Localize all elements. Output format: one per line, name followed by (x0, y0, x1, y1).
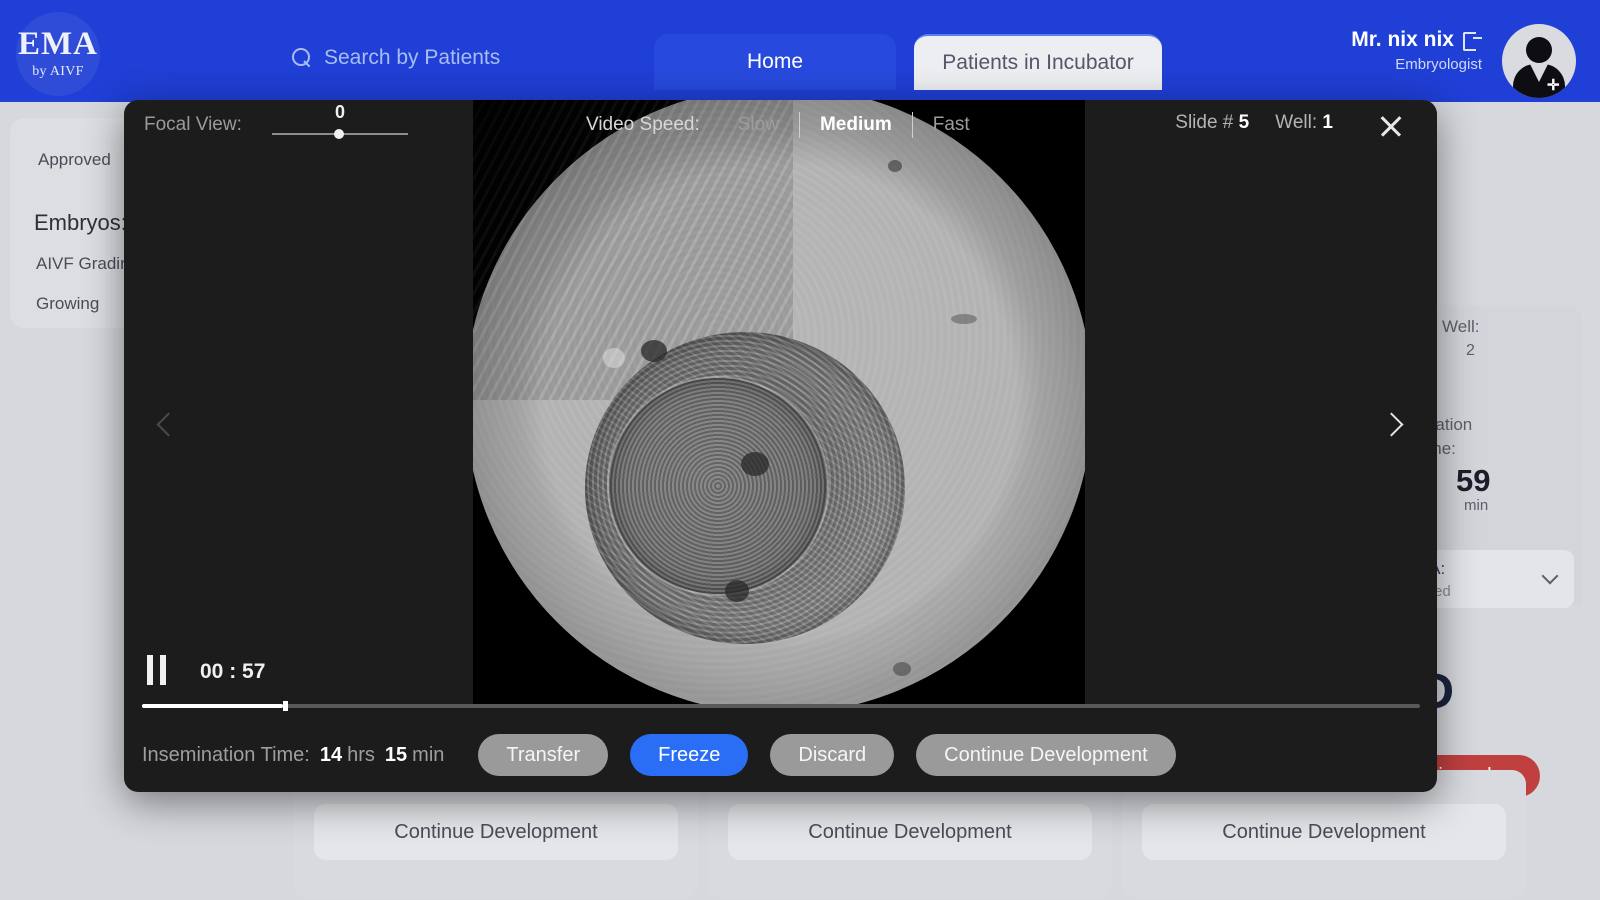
approved-label: Approved (38, 150, 111, 169)
focal-view-slider[interactable]: 0 (272, 102, 408, 142)
user-info: Mr. nix nix Embryologist (1351, 28, 1482, 73)
video-speed-label: Video Speed: (586, 114, 700, 135)
continue-development-button[interactable]: Continue Development (916, 734, 1176, 776)
slider-thumb[interactable] (334, 129, 344, 139)
avatar-head (1526, 37, 1552, 63)
focal-view-label: Focal View: (144, 114, 242, 135)
embryo-fragment (603, 348, 625, 368)
embryo-fragment (641, 340, 667, 362)
debris-speck (951, 314, 977, 324)
video-progress-bar[interactable] (142, 701, 1420, 711)
debris-speck (893, 662, 911, 676)
growing-label: Growing (36, 294, 100, 313)
insemination-minutes-unit: min (412, 743, 445, 766)
modal-top-bar: Focal View: 0 Video Speed: Slow Medium F… (124, 100, 1437, 154)
debris-speck (888, 160, 902, 172)
insemination-unit: min (1464, 497, 1489, 514)
speed-option-medium[interactable]: Medium (800, 114, 912, 136)
pause-icon[interactable] (146, 655, 168, 685)
slide-number: Slide # 5 (1175, 112, 1250, 133)
focal-view-value: 0 (334, 102, 345, 122)
freeze-button[interactable]: Freeze (630, 734, 749, 776)
insemination-minutes: 15 (384, 743, 408, 766)
progress-fill (142, 704, 283, 708)
well-value: 2 (1466, 342, 1475, 359)
continue-development-button[interactable]: Continue Development (728, 804, 1092, 860)
user-name-row: Mr. nix nix (1351, 28, 1482, 52)
app-root: Approved Embryos: AIVF Grading Growing #… (0, 0, 1600, 900)
modal-action-bar: Insemination Time: 14 hrs 15 min Transfe… (124, 718, 1437, 792)
chevron-down-icon (1541, 567, 1559, 585)
inner-cell-mass (609, 378, 827, 594)
search-input[interactable]: Search by Patients (292, 46, 500, 70)
logo-subtitle: by AIVF (32, 64, 84, 79)
well-value: 1 (1322, 112, 1333, 133)
well-label: Well: (1442, 317, 1480, 336)
speed-option-fast[interactable]: Fast (913, 114, 990, 136)
next-embryo-icon[interactable] (1379, 412, 1405, 438)
search-icon (292, 48, 312, 68)
insemination-hours: 14 (319, 743, 343, 766)
embryo-fragment (741, 452, 769, 476)
avatar-collar (1530, 64, 1548, 82)
user-name-label: Mr. nix nix (1351, 28, 1454, 51)
progress-handle[interactable] (282, 701, 288, 711)
avatar-cross-icon: ✛ (1547, 77, 1560, 94)
playback-time: 00 : 57 (200, 660, 266, 683)
ema-logo[interactable]: EMA by AIVF (16, 12, 100, 96)
search-placeholder: Search by Patients (324, 46, 501, 69)
close-icon[interactable] (1375, 110, 1407, 142)
slide-well-info: Slide # 5 Well: 1 (1175, 112, 1333, 134)
user-role-label: Embryologist (1395, 56, 1482, 73)
avatar[interactable]: ✛ (1502, 24, 1576, 98)
inner-cell-texture (609, 378, 827, 594)
insemination-time-label: Insemination Time: (142, 743, 310, 766)
transfer-button[interactable]: Transfer (478, 734, 609, 776)
logo-title: EMA (18, 26, 98, 62)
embryos-label: Embryos: (34, 210, 127, 235)
tab-patients-in-incubator[interactable]: Patients in Incubator (914, 34, 1162, 90)
embryo-fragment (725, 580, 749, 602)
embryo-video-modal: Focal View: 0 Video Speed: Slow Medium F… (124, 100, 1437, 792)
embryo-video-player[interactable] (473, 100, 1085, 704)
speed-option-slow[interactable]: Slow (718, 114, 799, 136)
previous-embryo-icon[interactable] (156, 412, 182, 438)
insemination-hours-unit: hrs (347, 743, 375, 766)
continue-development-button[interactable]: Continue Development (314, 804, 678, 860)
top-navigation-bar: EMA by AIVF Search by Patients Home Pati… (0, 0, 1600, 102)
discard-button[interactable]: Discard (770, 734, 895, 776)
logout-icon[interactable] (1463, 31, 1482, 51)
continue-development-button[interactable]: Continue Development (1142, 804, 1506, 860)
slide-value: 5 (1238, 112, 1250, 133)
tab-home[interactable]: Home (654, 34, 896, 90)
insemination-value: 59 (1456, 463, 1491, 498)
video-speed-control: Video Speed: Slow Medium Fast (586, 112, 990, 138)
well-number: Well: 1 (1275, 112, 1333, 133)
